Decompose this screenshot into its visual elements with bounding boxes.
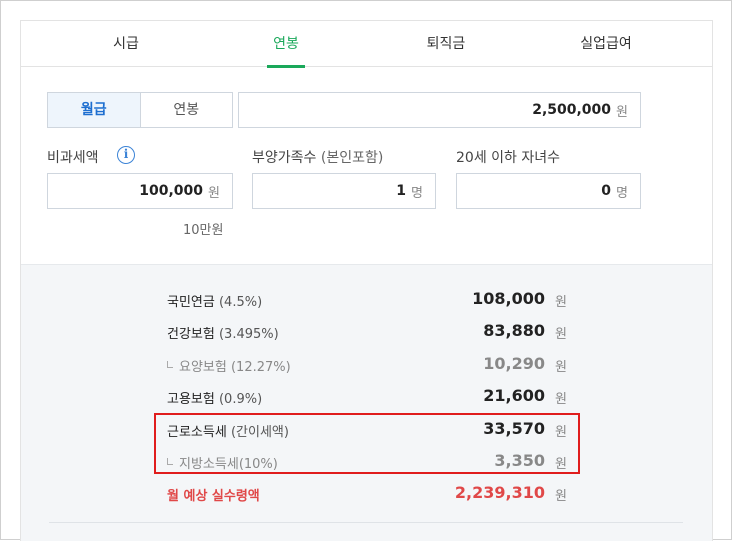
dependents-unit: 명 [411, 185, 423, 201]
calculator-window: 시급 연봉 퇴직금 실업급여 월급 연봉 2,500,000 원 비과세액 i … [0, 0, 732, 541]
info-icon[interactable]: i [117, 146, 135, 164]
nontax-unit: 원 [208, 185, 220, 201]
tab-annual-salary[interactable]: 연봉 [206, 21, 366, 68]
annual-button[interactable]: 연봉 [140, 93, 232, 127]
children-value: 0 [601, 183, 612, 199]
salary-input[interactable]: 2,500,000 원 [238, 92, 641, 128]
results-divider [49, 522, 683, 523]
tab-hourly[interactable]: 시급 [46, 21, 206, 67]
pay-type-toggle: 월급 연봉 [47, 92, 233, 128]
result-row-net-pay: 월 예상 실수령액 2,239,310 원 [167, 483, 567, 504]
tab-severance[interactable]: 퇴직금 [366, 21, 526, 67]
dependents-input[interactable]: 1 명 [252, 173, 436, 209]
nontax-hint: 10만원 [183, 223, 224, 238]
result-row-health: 건강보험 (3.495%) 83,880 원 [167, 321, 567, 342]
tax-highlight-box [154, 413, 580, 474]
result-row-care: 요양보험 (12.27%) 10,290 원 [167, 354, 567, 376]
result-row-pension: 국민연금 (4.5%) 108,000 원 [167, 289, 567, 310]
monthly-button[interactable]: 월급 [48, 93, 141, 127]
dependents-label: 부양가족수 (본인포함) [252, 150, 384, 166]
tab-unemployment[interactable]: 실업급여 [526, 21, 686, 67]
children-label: 20세 이하 자녀수 [456, 150, 560, 166]
salary-value: 2,500,000 [532, 102, 612, 118]
sub-item-corner-icon [167, 361, 173, 368]
result-row-employment: 고용보험 (0.9%) 21,600 원 [167, 386, 567, 407]
salary-unit: 원 [616, 104, 628, 120]
tab-bar: 시급 연봉 퇴직금 실업급여 [21, 21, 712, 68]
nontax-input[interactable]: 100,000 원 [47, 173, 233, 209]
dependents-value: 1 [396, 183, 407, 199]
nontax-value: 100,000 [139, 183, 204, 199]
children-input[interactable]: 0 명 [456, 173, 641, 209]
calculator-panel: 시급 연봉 퇴직금 실업급여 월급 연봉 2,500,000 원 비과세액 i … [20, 20, 713, 541]
active-tab-indicator [267, 65, 305, 68]
nontax-label: 비과세액 [47, 150, 99, 166]
children-unit: 명 [616, 185, 628, 201]
